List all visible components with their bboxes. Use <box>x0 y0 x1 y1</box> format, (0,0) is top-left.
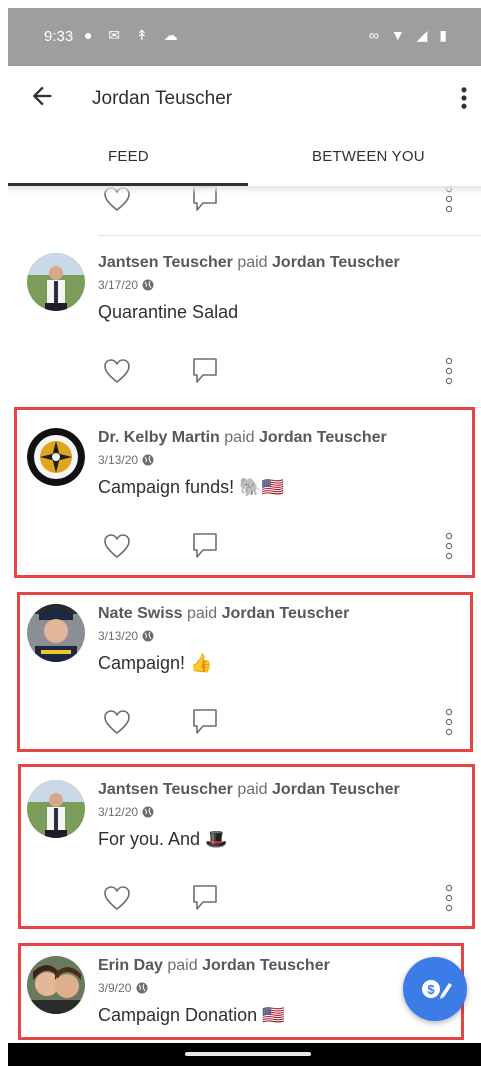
paid-word: paid <box>237 254 268 271</box>
highlight-box <box>17 592 473 752</box>
comment-icon[interactable] <box>191 356 219 386</box>
svg-text:$: $ <box>427 982 435 997</box>
notification-icons: ● ✉ ↟ ☁ <box>84 27 184 43</box>
tab-shadow <box>8 186 481 194</box>
tab-between-you[interactable]: BETWEEN YOU <box>312 148 425 165</box>
date-row: 3/17/20 <box>98 278 154 292</box>
highlight-box <box>14 407 475 578</box>
system-nav-bar <box>8 1043 481 1066</box>
home-gesture-handle[interactable] <box>185 1052 311 1056</box>
feed-item[interactable]: Jantsen Teuscher paid Jordan Teuscher 3/… <box>8 234 481 408</box>
page-title: Jordan Teuscher <box>92 88 233 109</box>
pay-request-icon: $ <box>422 980 452 999</box>
payer-name[interactable]: Jantsen Teuscher <box>98 254 233 271</box>
like-heart-icon[interactable] <box>103 358 131 384</box>
back-arrow-icon[interactable] <box>28 82 56 110</box>
overflow-menu-icon[interactable] <box>457 84 471 112</box>
pay-request-button[interactable]: $ <box>403 957 467 1021</box>
item-more-icon[interactable] <box>444 356 454 386</box>
tab-bar: FEED BETWEEN YOU <box>8 130 481 186</box>
payee-name[interactable]: Jordan Teuscher <box>272 254 400 271</box>
payment-description: Jantsen Teuscher paid Jordan Teuscher <box>98 254 400 272</box>
tab-feed[interactable]: FEED <box>108 148 149 165</box>
globe-icon <box>142 279 154 291</box>
payment-date: 3/17/20 <box>98 278 139 292</box>
highlight-box <box>18 943 464 1040</box>
app-bar: Jordan Teuscher <box>8 66 481 130</box>
avatar[interactable] <box>27 253 85 311</box>
system-status-icons: ∞ ▼ ◢ ▮ <box>369 27 451 43</box>
payment-note: Quarantine Salad <box>98 302 239 322</box>
highlight-box <box>18 764 475 929</box>
status-time: 9:33 <box>44 28 74 45</box>
status-bar: 9:33 ● ✉ ↟ ☁ ∞ ▼ ◢ ▮ <box>8 8 481 66</box>
